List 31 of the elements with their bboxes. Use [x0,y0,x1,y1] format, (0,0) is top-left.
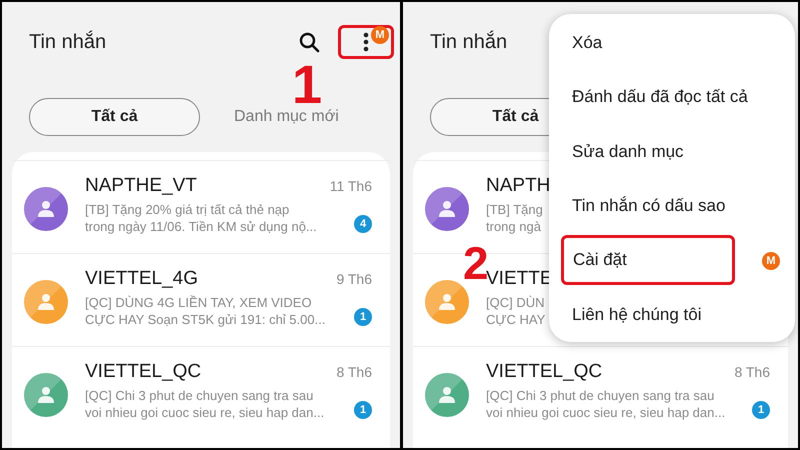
message-date: 8 Th6 [336,364,372,380]
message-preview: voi nhieu goi cuoc sieu re, sieu hap dan... [85,404,324,421]
message-preview: [TB] Tặng [486,201,543,218]
message-preview: voi nhieu goi cuoc sieu re, sieu hap dan... [486,404,726,421]
message-preview: CỰC HAY Soạn ST5K gửi 191: chỉ 5.00... [85,311,326,328]
message-date: 8 Th6 [734,364,770,380]
message-preview: [QC] Chi 3 phut de chuyen sang tra sau [486,387,714,404]
message-date: 9 Th6 [336,271,372,287]
screen-title: Tin nhắn [29,30,106,54]
step-number: 1 [292,58,322,112]
unread-count: 1 [752,401,770,419]
contact-name: VIETTEL_QC [85,361,202,383]
unread-count: 4 [354,215,372,233]
message-preview: [QC] Chi 3 phut de chuyen sang tra sau [85,387,314,404]
message-preview: [QC] DÙN [486,294,544,311]
contact-name: NAPTHE_VT [85,175,197,197]
unread-count: 1 [354,308,372,326]
contact-name: VIETTEL_4G [85,268,198,290]
message-preview: trong ngà [486,218,541,235]
contact-name: VIETTEL_QC [486,361,602,383]
message-preview: trong ngày 11/06. Tiền KM sử dụng nộ... [85,218,317,235]
message-preview: [TB] Tặng 20% giá trị tất cả thẻ nạp [85,201,290,218]
message-preview: [QC] DÙNG 4G LIỀN TAY, XEM VIDEO [85,294,312,311]
marker-badge: M [371,26,389,44]
contact-name: NAPTH [486,175,550,197]
screen-title: Tin nhắn [430,30,508,54]
contact-name: VIETTE [486,268,553,290]
marker-badge: M [762,252,780,270]
unread-count: 1 [354,401,372,419]
message-date: 11 Th6 [330,178,372,194]
message-preview: CỰC HAY [486,311,546,328]
